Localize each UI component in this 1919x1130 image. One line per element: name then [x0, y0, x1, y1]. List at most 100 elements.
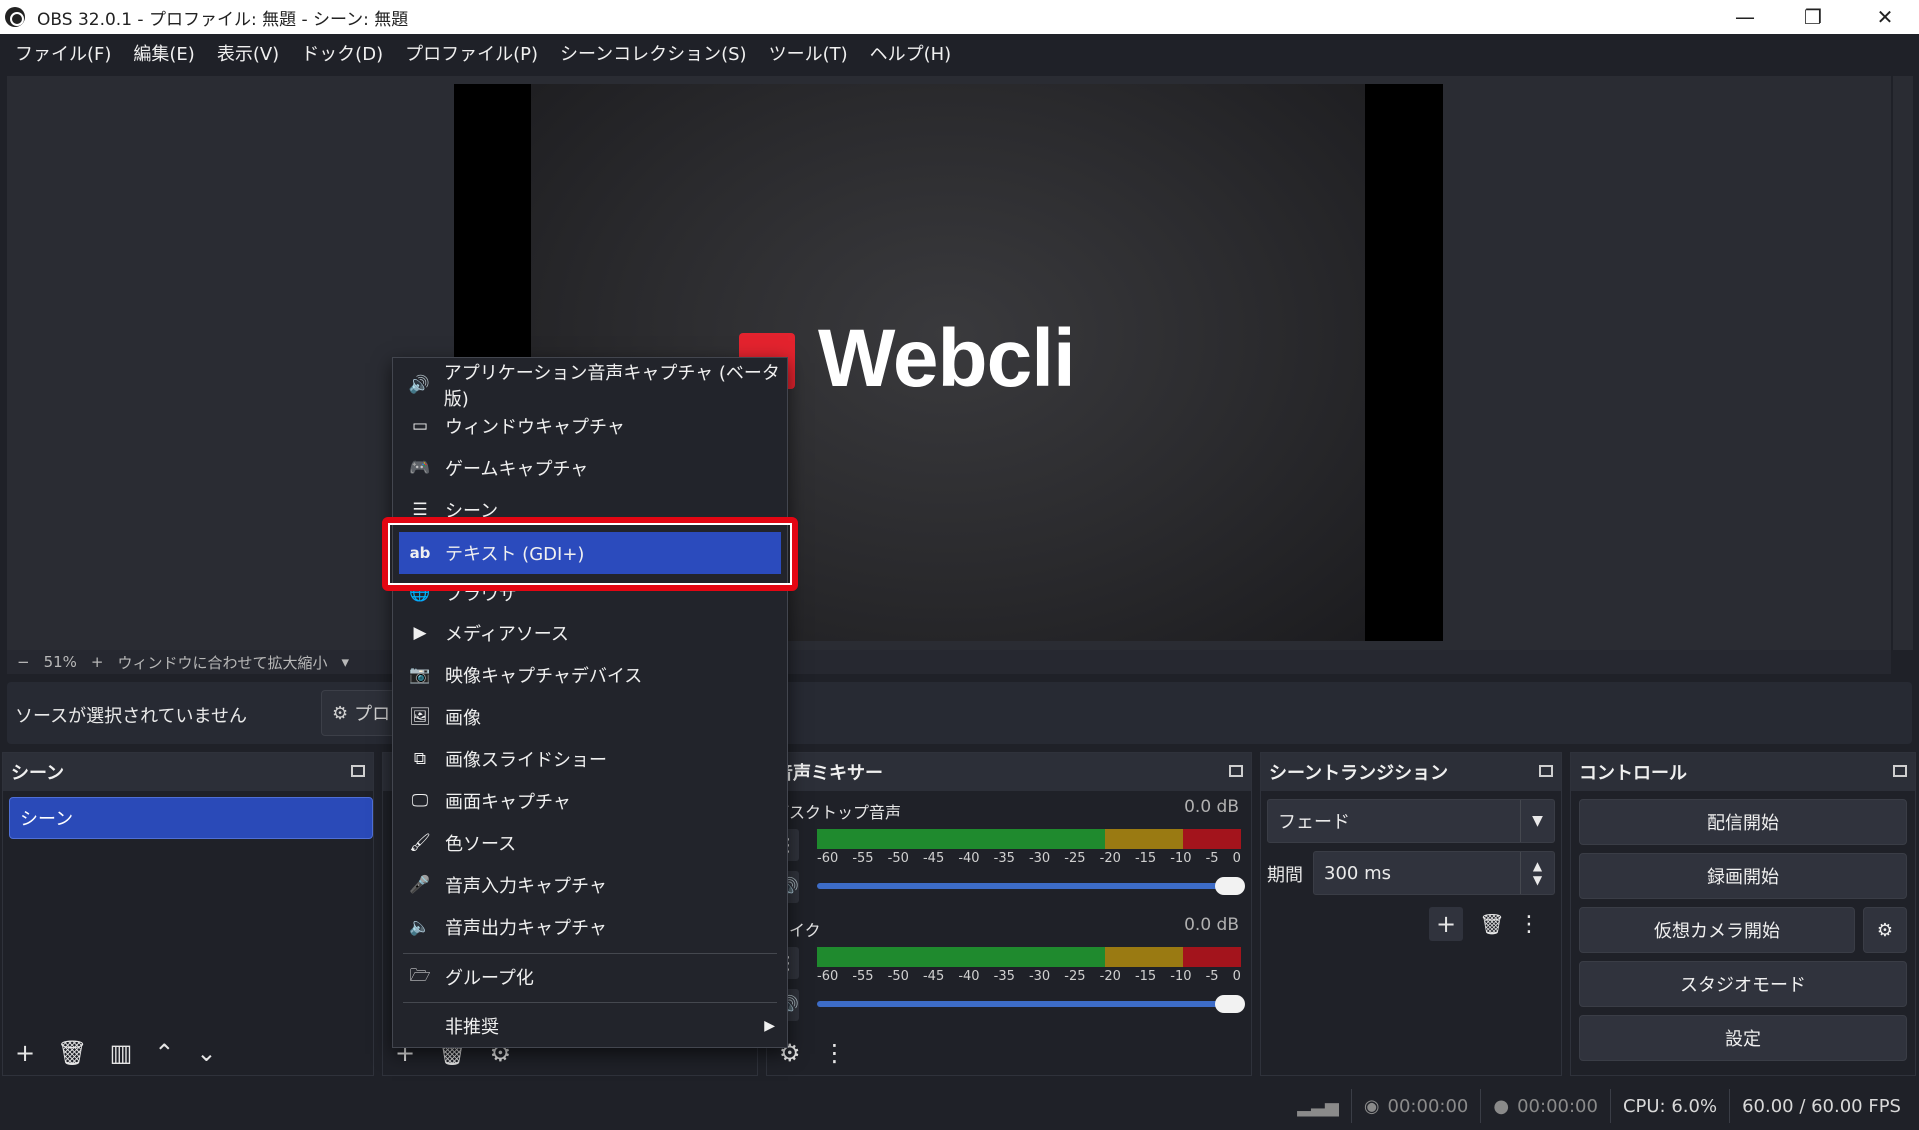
- record-time: 00:00:00: [1517, 1095, 1598, 1117]
- volume-fader[interactable]: [817, 877, 1245, 895]
- transitions-body: フェード ▼ 期間 300 ms ▲ ▼ + 🗑 ⋮: [1261, 791, 1561, 1075]
- start-virtual-camera-button[interactable]: 仮想カメラ開始: [1579, 907, 1855, 953]
- audio-mixer-dock: 音声ミキサー デスクトップ音声 0.0 dB ⋮ -60 -55 -50 -45 -40…: [766, 752, 1252, 1076]
- menu-item-audio-input-capture[interactable]: 🎤 音声入力キャプチャ: [393, 866, 787, 904]
- camera-icon: 📷: [409, 665, 431, 685]
- speaker-icon: 🔈: [409, 917, 431, 937]
- microphone-icon: 🎤: [409, 875, 431, 895]
- spin-arrows-icon[interactable]: ▲ ▼: [1520, 852, 1554, 894]
- transitions-dock-title: シーントランジション: [1269, 763, 1449, 784]
- track-db: 0.0 dB: [1184, 797, 1239, 817]
- mixer-track: デスクトップ音声 0.0 dB ⋮ -60 -55 -50 -45 -40 -35 -30-…: [773, 791, 1247, 903]
- add-scene-icon[interactable]: +: [15, 1039, 35, 1067]
- menu-separator: [403, 953, 777, 954]
- menu-item-audio-output-capture[interactable]: 🔈 音声出力キャプチャ: [393, 908, 787, 946]
- fps-readout: 60.00 / 60.00 FPS: [1729, 1089, 1913, 1123]
- chevron-down-icon[interactable]: ▼: [1520, 800, 1554, 842]
- add-source-context-menu: 🔊 アプリケーション音声キャプチャ (ベータ版) ▭ ウィンドウキャプチャ 🎮 …: [392, 357, 788, 1048]
- fader-knob[interactable]: [1215, 995, 1245, 1013]
- menu-tools[interactable]: ツール(T): [758, 40, 859, 66]
- transition-select[interactable]: フェード ▼: [1267, 799, 1555, 843]
- float-dock-icon[interactable]: [351, 765, 365, 777]
- mixer-dock-title: 音声ミキサー: [775, 763, 883, 784]
- menu-item-image-slideshow[interactable]: ⧉ 画像スライドショー: [393, 740, 787, 778]
- studio-mode-button[interactable]: スタジオモード: [1579, 961, 1907, 1007]
- cpu-usage: CPU: 6.0%: [1609, 1089, 1729, 1123]
- remove-transition-icon[interactable]: 🗑: [1475, 907, 1509, 941]
- menu-scene-collection[interactable]: シーンコレクション(S): [549, 40, 758, 66]
- menu-item-game-capture[interactable]: 🎮 ゲームキャプチャ: [393, 449, 787, 487]
- menu-dock[interactable]: ドック(D): [290, 40, 394, 66]
- controls-dock-header: コントロール: [1571, 753, 1915, 791]
- webcli-logo-text: Webcli: [818, 313, 1076, 404]
- start-recording-button[interactable]: 録画開始: [1579, 853, 1907, 899]
- mixer-dock-header: 音声ミキサー: [767, 753, 1251, 791]
- track-name: デスクトップ音声: [773, 803, 902, 822]
- menu-item-group[interactable]: 🗁 グループ化: [393, 958, 787, 996]
- menu-file[interactable]: ファイル(F): [4, 40, 122, 66]
- float-dock-icon[interactable]: [1229, 765, 1243, 777]
- remove-scene-icon[interactable]: 🗑: [57, 1039, 87, 1067]
- zoom-out-button[interactable]: −: [17, 653, 30, 671]
- zoom-mode-label[interactable]: ウィンドウに合わせて拡大縮小: [118, 652, 328, 673]
- float-dock-icon[interactable]: [1539, 765, 1553, 777]
- transitions-dock-header: シーントランジション: [1261, 753, 1561, 791]
- move-up-icon[interactable]: ⌃: [154, 1039, 174, 1067]
- submenu-arrow-icon: ▶: [764, 1018, 775, 1034]
- close-button[interactable]: ✕: [1850, 0, 1919, 34]
- menu-item-color-source[interactable]: 🖌 色ソース: [393, 824, 787, 862]
- menu-item-video-capture-device[interactable]: 📷 映像キャプチャデバイス: [393, 656, 787, 694]
- stream-status: ◉ 00:00:00: [1350, 1089, 1481, 1123]
- track-db: 0.0 dB: [1184, 915, 1239, 935]
- duration-value: 300 ms: [1324, 862, 1391, 884]
- monitor-icon: 🖵: [411, 791, 429, 811]
- menu-item-media-source[interactable]: ▶ メディアソース: [393, 614, 787, 652]
- title-bar: OBS 32.0.1 - プロファイル: 無題 - シーン: 無題 — ❐ ✕: [0, 0, 1919, 34]
- settings-button[interactable]: 設定: [1579, 1015, 1907, 1061]
- restore-button[interactable]: ❐: [1778, 0, 1848, 34]
- menu-item-deprecated[interactable]: 非推奨 ▶: [393, 1007, 787, 1045]
- menu-item-label: アプリケーション音声キャプチャ (ベータ版): [443, 363, 780, 410]
- scene-list-item[interactable]: シーン: [9, 797, 373, 839]
- zoom-bar: − 51% + ウィンドウに合わせて拡大縮小 ▾: [7, 650, 1891, 674]
- controls-dock-title: コントロール: [1579, 763, 1687, 784]
- scenes-dock-header: シーン: [3, 753, 373, 791]
- zoom-dropdown-icon[interactable]: ▾: [342, 653, 350, 671]
- move-down-icon[interactable]: ⌄: [196, 1039, 216, 1067]
- menu-item-app-audio-capture[interactable]: 🔊 アプリケーション音声キャプチャ (ベータ版): [393, 363, 787, 410]
- transition-menu-icon[interactable]: ⋮: [1518, 907, 1540, 941]
- status-bar: ▂▃▅ ◉ 00:00:00 ● 00:00:00 CPU: 6.0% 60.0…: [0, 1082, 1919, 1130]
- menu-item-label: 音声入力キャプチャ: [445, 876, 607, 897]
- volume-fader[interactable]: [817, 995, 1245, 1013]
- menu-item-image[interactable]: 🖼 画像: [393, 698, 787, 736]
- menu-edit[interactable]: 編集(E): [122, 40, 205, 66]
- virtual-camera-settings-icon[interactable]: ⚙: [1863, 907, 1907, 953]
- float-dock-icon[interactable]: [1893, 765, 1907, 777]
- menu-item-window-capture[interactable]: ▭ ウィンドウキャプチャ: [393, 407, 787, 445]
- menu-item-display-capture[interactable]: 🖵 画面キャプチャ: [393, 782, 787, 820]
- fader-knob[interactable]: [1215, 877, 1245, 895]
- menu-profile[interactable]: プロファイル(P): [394, 40, 549, 66]
- volume-meter: [817, 947, 1241, 967]
- zoom-in-button[interactable]: +: [91, 653, 104, 671]
- play-icon: ▶: [413, 623, 427, 643]
- menu-item-label: 非推奨: [445, 1017, 499, 1038]
- duration-spinbox[interactable]: 300 ms ▲ ▼: [1313, 851, 1555, 895]
- no-source-label: ソースが選択されていません: [15, 706, 248, 727]
- preview-scrollbar[interactable]: [1893, 76, 1913, 650]
- mixer-menu-icon[interactable]: ⋮: [823, 1039, 847, 1067]
- menu-bar: ファイル(F) 編集(E) 表示(V) ドック(D) プロファイル(P) シーン…: [0, 34, 1919, 72]
- menu-help[interactable]: ヘルプ(H): [859, 40, 963, 66]
- minimize-button[interactable]: —: [1710, 0, 1780, 34]
- controls-body: 配信開始 録画開始 仮想カメラ開始 ⚙ スタジオモード 設定: [1571, 791, 1915, 1075]
- menu-view[interactable]: 表示(V): [206, 40, 290, 66]
- add-transition-icon[interactable]: +: [1429, 907, 1463, 941]
- menu-item-label: ゲームキャプチャ: [445, 459, 589, 480]
- scenes-dock: シーン シーン + 🗑 ▥ ⌃ ⌄: [2, 752, 374, 1076]
- scene-filter-icon[interactable]: ▥: [110, 1039, 133, 1067]
- start-streaming-button[interactable]: 配信開始: [1579, 799, 1907, 845]
- menu-item-label: 画面キャプチャ: [445, 792, 571, 813]
- slideshow-icon: ⧉: [413, 749, 427, 769]
- window-title: OBS 32.0.1 - プロファイル: 無題 - シーン: 無題: [37, 9, 409, 30]
- properties-label: プロ: [354, 704, 391, 725]
